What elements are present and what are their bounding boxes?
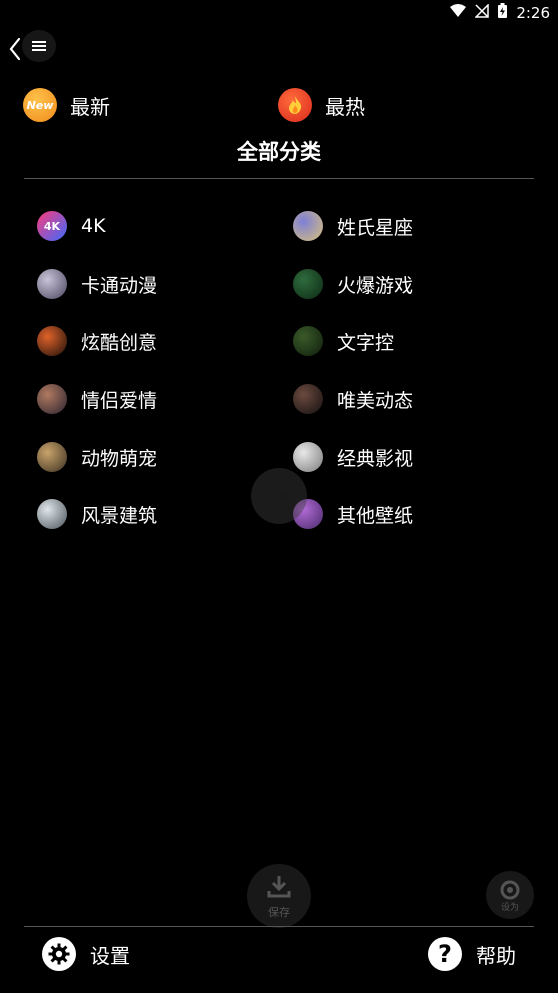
category-label: 风景建筑 (81, 504, 158, 527)
download-label: 保存 (268, 906, 290, 919)
play-button[interactable] (251, 468, 307, 524)
category-label: 炫酷创意 (81, 331, 158, 354)
menu-button[interactable] (22, 30, 56, 62)
couple-thumbnail (37, 384, 67, 414)
aesthetic-thumbnail (293, 384, 323, 414)
battery-charging-icon (498, 3, 508, 22)
anime-thumbnail (37, 269, 67, 299)
category-item[interactable]: 其他壁纸 (293, 494, 413, 534)
wifi-icon (450, 3, 467, 22)
help-label: 帮助 (476, 943, 516, 968)
help-button[interactable]: ? 帮助 (428, 936, 516, 972)
status-time: 2:26 (516, 3, 550, 22)
status-icons: 2:26 (450, 3, 550, 22)
bottom-bar: 设置 ? 帮助 (0, 930, 558, 978)
settings-button[interactable]: 设置 (42, 936, 130, 972)
status-bar: 2:26 (0, 0, 558, 24)
divider-top (24, 178, 534, 179)
category-label: 情侣爱情 (81, 389, 158, 412)
divider-bottom (24, 926, 534, 927)
category-item[interactable]: 姓氏星座 (293, 206, 413, 246)
4k-badge-icon: 4K (37, 211, 67, 241)
category-item[interactable]: 火爆游戏 (293, 264, 413, 304)
new-badge-text: New (26, 98, 54, 112)
latest-button[interactable]: New 最新 (23, 86, 110, 124)
chevron-left-icon (9, 37, 21, 61)
category-label: 姓氏星座 (337, 216, 414, 239)
play-icon (271, 486, 288, 506)
category-label: 经典影视 (337, 447, 414, 470)
section-title: 全部分类 (237, 140, 321, 164)
category-item[interactable]: 文字控 (293, 321, 394, 361)
gear-icon (42, 937, 76, 971)
fire-icon (278, 88, 312, 122)
hottest-label: 最热 (325, 94, 365, 119)
category-label: 其他壁纸 (337, 504, 414, 527)
question-icon: ? (428, 937, 462, 971)
no-signal-icon (474, 3, 490, 22)
category-label: 动物萌宠 (81, 447, 158, 470)
landscape-thumbnail (37, 499, 67, 529)
category-item[interactable]: 唯美动态 (293, 379, 413, 419)
category-item[interactable]: 动物萌宠 (37, 437, 157, 477)
download-button[interactable]: 保存 (247, 864, 311, 928)
game-thumbnail (293, 269, 323, 299)
category-item[interactable]: 风景建筑 (37, 494, 157, 534)
category-label: 唯美动态 (337, 389, 414, 412)
text-thumbnail (293, 326, 323, 356)
movie-thumbnail (293, 442, 323, 472)
set-wallpaper-button[interactable]: 设为 (486, 871, 534, 919)
category-item[interactable]: 卡通动漫 (37, 264, 157, 304)
category-item[interactable]: 炫酷创意 (37, 321, 157, 361)
category-label: 4K (81, 215, 106, 237)
top-row: New 最新 最热 (0, 86, 558, 124)
latest-label: 最新 (70, 94, 110, 119)
cartoon-thumbnail (293, 211, 323, 241)
pet-thumbnail (37, 442, 67, 472)
category-label: 卡通动漫 (81, 274, 158, 297)
new-badge-icon: New (23, 88, 57, 122)
category-item[interactable]: 情侣爱情 (37, 379, 157, 419)
settings-label: 设置 (90, 943, 130, 968)
category-item[interactable]: 经典影视 (293, 437, 413, 477)
category-item[interactable]: 4K 4K (37, 206, 106, 246)
creative-thumbnail (37, 326, 67, 356)
hamburger-menu-icon (32, 41, 46, 51)
download-icon (267, 876, 291, 898)
set-wallpaper-label: 设为 (500, 903, 519, 913)
thumb-text: 4K (43, 219, 61, 233)
category-label: 火爆游戏 (337, 274, 414, 297)
category-label: 文字控 (337, 331, 395, 354)
hottest-button[interactable]: 最热 (278, 86, 365, 124)
camera-icon (500, 880, 520, 900)
